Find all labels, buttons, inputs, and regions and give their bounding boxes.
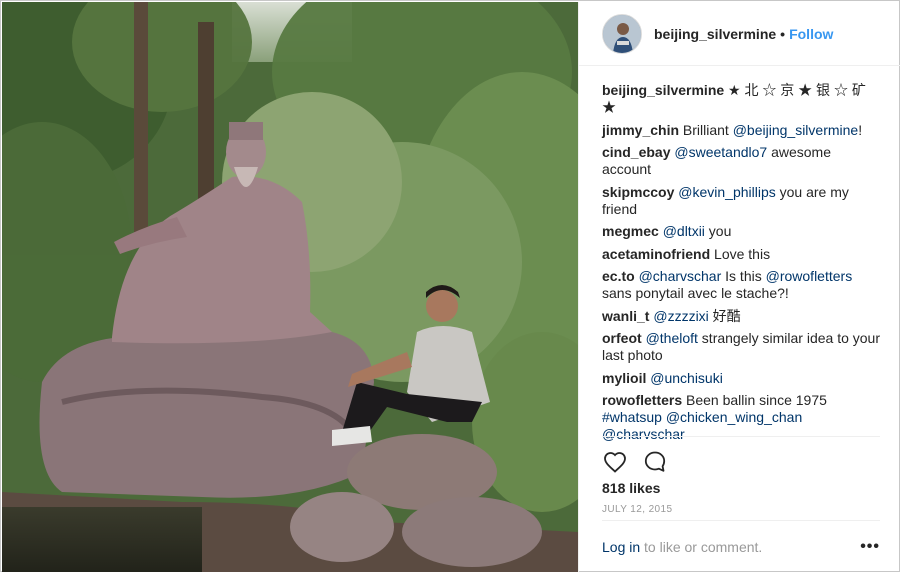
- comment-username[interactable]: acetaminofriend: [602, 246, 710, 262]
- comment-text: Is this: [721, 268, 766, 284]
- header-username[interactable]: beijing_silvermine: [654, 26, 776, 42]
- speech-bubble-icon[interactable]: [642, 449, 668, 475]
- comment-username[interactable]: ec.to: [602, 268, 635, 284]
- more-options-icon[interactable]: •••: [860, 538, 880, 556]
- mention-link[interactable]: @theloft: [646, 330, 698, 346]
- comment-username[interactable]: wanli_t: [602, 308, 649, 324]
- comment-text: Love this: [710, 245, 771, 262]
- post-frame: beijing_silvermine • Follow beijing_silv…: [0, 0, 900, 572]
- comment-username[interactable]: jimmy_chin: [602, 122, 679, 138]
- comment-text: !: [858, 121, 863, 138]
- hashtag-link[interactable]: #whatsup: [602, 409, 662, 425]
- likes-count[interactable]: 818 likes: [602, 480, 660, 496]
- post-footer: Log in to like or comment. •••: [602, 520, 880, 572]
- login-prompt: Log in to like or comment.: [602, 539, 762, 555]
- comment-item: megmec @dltxii you: [602, 223, 882, 240]
- comments-list: beijing_silvermine ★ 北 ☆ 京 ★ 银 ☆ 矿 ★ jimm…: [602, 82, 882, 449]
- comment-text: you: [704, 223, 732, 239]
- follow-button[interactable]: Follow: [789, 26, 833, 42]
- mention-link[interactable]: @chicken_wing_chan: [666, 409, 802, 425]
- mention-link[interactable]: @beijing_silvermine: [733, 122, 859, 138]
- comment-username[interactable]: rowofletters: [602, 392, 682, 408]
- comment-item: skipmccoy @kevin_phillips you are my fri…: [602, 184, 882, 218]
- comment-username[interactable]: megmec: [602, 223, 659, 239]
- comment-text: sans ponytail avec le stache?!: [602, 285, 789, 301]
- heart-outline-icon[interactable]: [602, 449, 628, 475]
- comment-item: ec.to @charvschar Is this @rowofletters …: [602, 268, 882, 302]
- comment-item: cind_ebay @sweetandlo7 awesome account: [602, 144, 882, 178]
- login-prompt-text: to like or comment.: [640, 538, 763, 555]
- mention-link[interactable]: @zzzzixi: [653, 308, 708, 324]
- comment-username[interactable]: orfeot: [602, 330, 642, 346]
- avatar-photo-icon: [603, 14, 641, 53]
- mention-link[interactable]: @charvschar: [639, 268, 722, 284]
- comment-item: acetaminofriend Love this: [602, 246, 882, 263]
- comment-text: 好酷: [708, 307, 741, 324]
- avatar[interactable]: [602, 13, 642, 54]
- comment-username[interactable]: mylioil: [602, 370, 646, 386]
- post-side-panel: beijing_silvermine • Follow beijing_silv…: [578, 2, 900, 572]
- action-bar: [602, 436, 880, 476]
- comment-username[interactable]: skipmccoy: [602, 184, 674, 200]
- comment-item: mylioil @unchisuki: [602, 370, 882, 387]
- comment-item: wanli_t @zzzzixi 好酷: [602, 308, 882, 325]
- comment-text: Brilliant: [679, 121, 733, 138]
- mention-link[interactable]: @sweetandlo7: [674, 144, 767, 160]
- mention-link[interactable]: @rowofletters: [766, 268, 853, 284]
- comment-username[interactable]: cind_ebay: [602, 144, 670, 160]
- mention-link[interactable]: @kevin_phillips: [678, 184, 775, 200]
- post-date: July 12, 2015: [602, 504, 673, 515]
- comment-username[interactable]: beijing_silvermine: [602, 82, 724, 98]
- post-photo[interactable]: [2, 2, 578, 572]
- photo-illustration: [2, 2, 578, 572]
- mention-link[interactable]: @unchisuki: [650, 370, 723, 386]
- comment-item: orfeot @theloft strangely similar idea t…: [602, 330, 882, 364]
- comment-item: beijing_silvermine ★ 北 ☆ 京 ★ 银 ☆ 矿 ★: [602, 82, 882, 116]
- header-separator: •: [780, 25, 786, 42]
- comment-text: Been ballin since 1975: [682, 392, 827, 408]
- post-header: beijing_silvermine • Follow: [579, 2, 900, 66]
- comment-item: jimmy_chin Brilliant @beijing_silvermine…: [602, 122, 882, 139]
- login-link[interactable]: Log in: [602, 539, 640, 555]
- mention-link[interactable]: @dltxii: [663, 223, 705, 239]
